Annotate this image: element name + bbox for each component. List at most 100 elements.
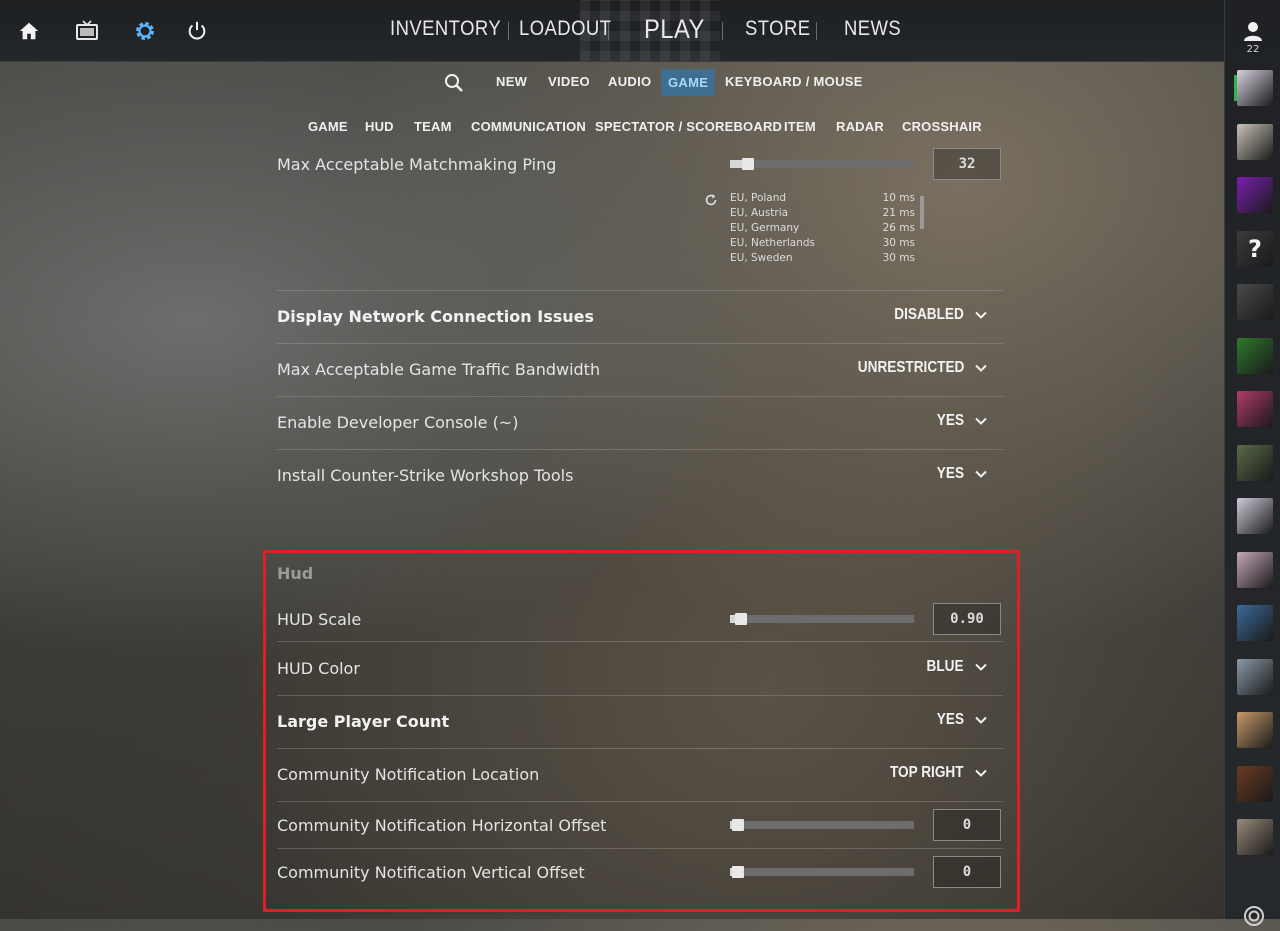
chevron-down-icon (975, 470, 987, 478)
user-icon[interactable] (1242, 20, 1264, 46)
game-subcategories: GAME HUD TEAM COMMUNICATION SPECTATOR / … (0, 106, 1224, 146)
dev-console-dropdown[interactable]: YES (932, 412, 988, 430)
notif-location-label: Community Notification Location (277, 765, 540, 784)
friend-avatar[interactable] (1237, 444, 1273, 481)
network-issues-dropdown[interactable]: DISABLED (882, 306, 988, 324)
main-nav: INVENTORY LOADOUT PLAY STORE NEWS (0, 0, 1224, 61)
friend-avatar[interactable] (1237, 765, 1273, 802)
chevron-down-icon (975, 716, 987, 724)
nav-news[interactable]: NEWS (844, 17, 901, 45)
tab-game[interactable]: GAME (661, 69, 716, 96)
tab-audio[interactable]: AUDIO (608, 74, 651, 89)
subtab-communication[interactable]: COMMUNICATION (471, 119, 586, 134)
nav-separator (722, 22, 723, 40)
friend-avatar[interactable] (1237, 177, 1273, 213)
settings-tabs: NEW VIDEO AUDIO GAME KEYBOARD / MOUSE (0, 62, 1224, 106)
slider-thumb[interactable] (732, 819, 744, 831)
server-list-scrollbar[interactable] (920, 196, 924, 229)
ping-value-input[interactable]: 32 (933, 148, 1001, 180)
tab-new[interactable]: NEW (496, 74, 527, 89)
top-bar: INVENTORY LOADOUT PLAY STORE NEWS (0, 0, 1224, 62)
subtab-crosshair[interactable]: CROSSHAIR (902, 119, 982, 134)
broadcast-icon[interactable] (1243, 905, 1265, 931)
hud-color-label: HUD Color (277, 659, 360, 678)
chevron-down-icon (975, 364, 987, 372)
divider (277, 396, 1003, 397)
ping-slider[interactable] (730, 158, 914, 170)
network-issues-label: Display Network Connection Issues (277, 307, 594, 326)
friend-avatar[interactable] (1237, 658, 1273, 695)
notif-location-dropdown[interactable]: TOP RIGHT (877, 764, 988, 782)
list-item: EU, Germany 26 ms (730, 222, 915, 234)
chevron-down-icon (975, 417, 987, 425)
divider (277, 801, 1003, 802)
notif-h-offset-label: Community Notification Horizontal Offset (277, 816, 607, 835)
nav-separator (816, 22, 817, 40)
friend-avatar[interactable] (1237, 337, 1273, 374)
friend-avatar[interactable] (1237, 284, 1273, 320)
nav-loadout[interactable]: LOADOUT (519, 17, 611, 45)
nav-inventory[interactable]: INVENTORY (390, 17, 501, 45)
friend-avatar[interactable] (1237, 819, 1273, 855)
chevron-down-icon (975, 311, 987, 319)
notif-v-offset-value-input[interactable]: 0 (933, 856, 1001, 888)
list-item: EU, Austria 21 ms (730, 207, 915, 219)
divider (277, 748, 1003, 749)
nav-store[interactable]: STORE (745, 17, 811, 45)
slider-thumb[interactable] (742, 158, 755, 170)
slider-thumb[interactable] (732, 866, 744, 878)
list-item: EU, Netherlands 30 ms (730, 237, 915, 249)
friend-avatar[interactable] (1237, 712, 1273, 748)
divider (277, 343, 1003, 344)
search-icon[interactable] (444, 73, 464, 97)
friend-avatar[interactable] (1237, 123, 1273, 160)
hud-scale-value-input[interactable]: 0.90 (933, 603, 1001, 635)
notif-h-offset-value-input[interactable]: 0 (933, 809, 1001, 841)
subtab-game[interactable]: GAME (308, 119, 348, 134)
nav-separator (508, 22, 509, 40)
tab-keyboard-mouse[interactable]: KEYBOARD / MOUSE (725, 74, 863, 89)
notif-v-offset-slider[interactable] (730, 866, 914, 878)
hud-section-title: Hud (277, 564, 314, 583)
dev-console-label: Enable Developer Console (~) (277, 413, 519, 432)
hud-scale-label: HUD Scale (277, 610, 362, 629)
slider-thumb[interactable] (735, 613, 748, 625)
workshop-label: Install Counter-Strike Workshop Tools (277, 466, 574, 485)
subtab-item[interactable]: ITEM (784, 119, 816, 134)
large-player-count-dropdown[interactable]: YES (932, 711, 988, 729)
hud-scale-slider[interactable] (730, 613, 914, 625)
nav-separator (608, 22, 609, 40)
ping-label: Max Acceptable Matchmaking Ping (277, 155, 557, 174)
list-item: EU, Sweden 30 ms (730, 252, 915, 264)
divider (277, 695, 1003, 696)
divider (277, 290, 1003, 291)
nav-play[interactable]: PLAY (644, 14, 705, 44)
hud-section-highlight (263, 550, 1020, 912)
friend-avatar[interactable] (1237, 498, 1273, 534)
friend-avatar[interactable] (1237, 391, 1273, 427)
friend-avatar[interactable] (1237, 70, 1273, 106)
notif-v-offset-label: Community Notification Vertical Offset (277, 863, 585, 882)
bandwidth-label: Max Acceptable Game Traffic Bandwidth (277, 360, 601, 379)
friends-sidebar: 22 ? (1224, 0, 1280, 926)
workshop-dropdown[interactable]: YES (932, 465, 988, 483)
friend-avatar[interactable] (1237, 605, 1273, 641)
tab-video[interactable]: VIDEO (548, 74, 590, 89)
refresh-icon[interactable] (704, 192, 718, 211)
friend-avatar[interactable] (1237, 551, 1273, 588)
hud-color-dropdown[interactable]: BLUE (920, 658, 988, 676)
chevron-down-icon (975, 769, 987, 777)
bandwidth-dropdown[interactable]: UNRESTRICTED (839, 359, 988, 377)
subtab-radar[interactable]: RADAR (836, 119, 884, 134)
list-item: EU, Poland 10 ms (730, 192, 915, 204)
divider (277, 449, 1003, 450)
friend-avatar[interactable]: ? (1237, 230, 1273, 267)
divider (277, 641, 1003, 642)
subtab-team[interactable]: TEAM (414, 119, 452, 134)
subtab-hud[interactable]: HUD (365, 119, 394, 134)
chevron-down-icon (975, 663, 987, 671)
subtab-spectator-scoreboard[interactable]: SPECTATOR / SCOREBOARD (595, 119, 782, 134)
large-player-count-label: Large Player Count (277, 712, 450, 731)
notif-h-offset-slider[interactable] (730, 819, 914, 831)
friend-count: 22 (1246, 44, 1260, 55)
